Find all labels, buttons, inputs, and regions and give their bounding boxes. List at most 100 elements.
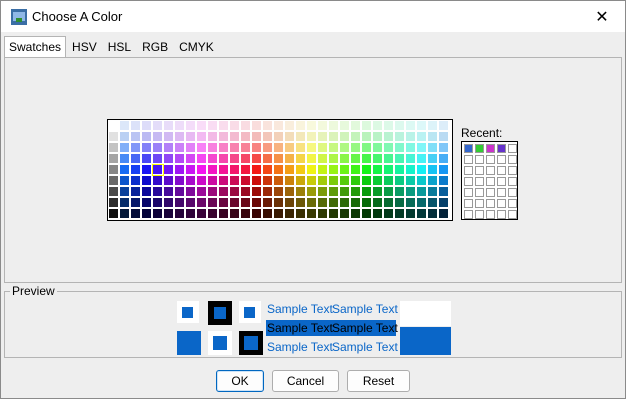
- swatch-cell[interactable]: [109, 187, 119, 197]
- swatch-cell[interactable]: [219, 165, 229, 175]
- recent-swatch-cell[interactable]: [508, 166, 517, 175]
- swatch-cell[interactable]: [395, 209, 405, 219]
- swatch-cell[interactable]: [329, 143, 339, 153]
- swatch-cell[interactable]: [208, 176, 218, 186]
- swatch-cell[interactable]: [329, 165, 339, 175]
- close-icon[interactable]: ✕: [579, 1, 625, 32]
- recent-swatch-cell[interactable]: [486, 155, 495, 164]
- swatch-cell[interactable]: [241, 121, 251, 131]
- recent-swatch-cell[interactable]: [464, 188, 473, 197]
- swatch-grid[interactable]: [107, 119, 453, 221]
- swatch-cell[interactable]: [340, 165, 350, 175]
- swatch-cell[interactable]: [274, 187, 284, 197]
- swatch-cell[interactable]: [329, 121, 339, 131]
- swatch-cell[interactable]: [274, 165, 284, 175]
- swatch-cell[interactable]: [362, 176, 372, 186]
- recent-swatch-cell[interactable]: [508, 199, 517, 208]
- swatch-cell[interactable]: [175, 209, 185, 219]
- tab-hsv[interactable]: HSV: [67, 36, 102, 58]
- swatch-cell[interactable]: [340, 154, 350, 164]
- swatch-cell[interactable]: [285, 143, 295, 153]
- swatch-cell[interactable]: [241, 209, 251, 219]
- swatch-cell[interactable]: [175, 165, 185, 175]
- swatch-cell[interactable]: [164, 176, 174, 186]
- swatch-cell[interactable]: [274, 209, 284, 219]
- swatch-cell[interactable]: [186, 143, 196, 153]
- recent-swatch-cell[interactable]: [464, 144, 473, 153]
- swatch-cell[interactable]: [274, 154, 284, 164]
- swatch-cell[interactable]: [131, 165, 141, 175]
- swatch-cell[interactable]: [219, 209, 229, 219]
- swatch-cell[interactable]: [153, 154, 163, 164]
- swatch-cell[interactable]: [439, 209, 449, 219]
- swatch-cell[interactable]: [208, 209, 218, 219]
- swatch-cell[interactable]: [164, 132, 174, 142]
- swatch-cell[interactable]: [439, 176, 449, 186]
- swatch-cell[interactable]: [351, 143, 361, 153]
- swatch-cell[interactable]: [362, 165, 372, 175]
- swatch-cell[interactable]: [186, 121, 196, 131]
- tab-cmyk[interactable]: CMYK: [174, 36, 219, 58]
- swatch-cell[interactable]: [351, 209, 361, 219]
- swatch-cell[interactable]: [120, 176, 130, 186]
- recent-swatch-cell[interactable]: [475, 210, 484, 219]
- swatch-cell[interactable]: [384, 132, 394, 142]
- swatch-cell[interactable]: [241, 187, 251, 197]
- swatch-cell[interactable]: [384, 187, 394, 197]
- swatch-cell[interactable]: [274, 176, 284, 186]
- swatch-cell[interactable]: [164, 154, 174, 164]
- recent-swatch-cell[interactable]: [464, 177, 473, 186]
- swatch-cell[interactable]: [219, 176, 229, 186]
- swatch-cell[interactable]: [406, 198, 416, 208]
- swatch-cell[interactable]: [417, 176, 427, 186]
- swatch-cell[interactable]: [329, 187, 339, 197]
- reset-button[interactable]: Reset: [347, 370, 410, 392]
- swatch-cell[interactable]: [340, 143, 350, 153]
- swatch-cell[interactable]: [417, 165, 427, 175]
- swatch-cell[interactable]: [263, 198, 273, 208]
- swatch-cell[interactable]: [131, 121, 141, 131]
- swatch-cell[interactable]: [219, 187, 229, 197]
- swatch-cell[interactable]: [439, 121, 449, 131]
- swatch-cell[interactable]: [307, 143, 317, 153]
- swatch-cell[interactable]: [307, 198, 317, 208]
- swatch-cell[interactable]: [153, 143, 163, 153]
- swatch-cell[interactable]: [230, 187, 240, 197]
- swatch-cell[interactable]: [186, 176, 196, 186]
- swatch-cell[interactable]: [175, 176, 185, 186]
- swatch-cell[interactable]: [208, 143, 218, 153]
- swatch-cell[interactable]: [208, 132, 218, 142]
- swatch-cell[interactable]: [120, 165, 130, 175]
- swatch-cell[interactable]: [296, 165, 306, 175]
- swatch-cell[interactable]: [285, 121, 295, 131]
- swatch-cell[interactable]: [417, 154, 427, 164]
- swatch-cell[interactable]: [417, 209, 427, 219]
- swatch-cell[interactable]: [395, 143, 405, 153]
- swatch-cell[interactable]: [351, 132, 361, 142]
- swatch-cell[interactable]: [219, 121, 229, 131]
- swatch-cell[interactable]: [307, 121, 317, 131]
- swatch-cell[interactable]: [186, 154, 196, 164]
- swatch-cell[interactable]: [131, 154, 141, 164]
- swatch-cell[interactable]: [197, 165, 207, 175]
- swatch-cell[interactable]: [406, 143, 416, 153]
- swatch-cell[interactable]: [329, 209, 339, 219]
- recent-swatch-cell[interactable]: [497, 210, 506, 219]
- swatch-cell[interactable]: [395, 176, 405, 186]
- swatch-cell[interactable]: [230, 209, 240, 219]
- swatch-cell[interactable]: [197, 176, 207, 186]
- swatch-cell[interactable]: [219, 132, 229, 142]
- swatch-cell[interactable]: [395, 165, 405, 175]
- recent-swatch-cell[interactable]: [497, 188, 506, 197]
- recent-swatch-cell[interactable]: [464, 210, 473, 219]
- swatch-cell[interactable]: [252, 165, 262, 175]
- swatch-cell[interactable]: [142, 121, 152, 131]
- swatch-cell[interactable]: [109, 154, 119, 164]
- swatch-cell[interactable]: [131, 176, 141, 186]
- swatch-cell[interactable]: [351, 165, 361, 175]
- swatch-cell[interactable]: [252, 209, 262, 219]
- swatch-cell[interactable]: [296, 154, 306, 164]
- swatch-cell[interactable]: [362, 154, 372, 164]
- swatch-cell[interactable]: [384, 121, 394, 131]
- swatch-cell[interactable]: [252, 176, 262, 186]
